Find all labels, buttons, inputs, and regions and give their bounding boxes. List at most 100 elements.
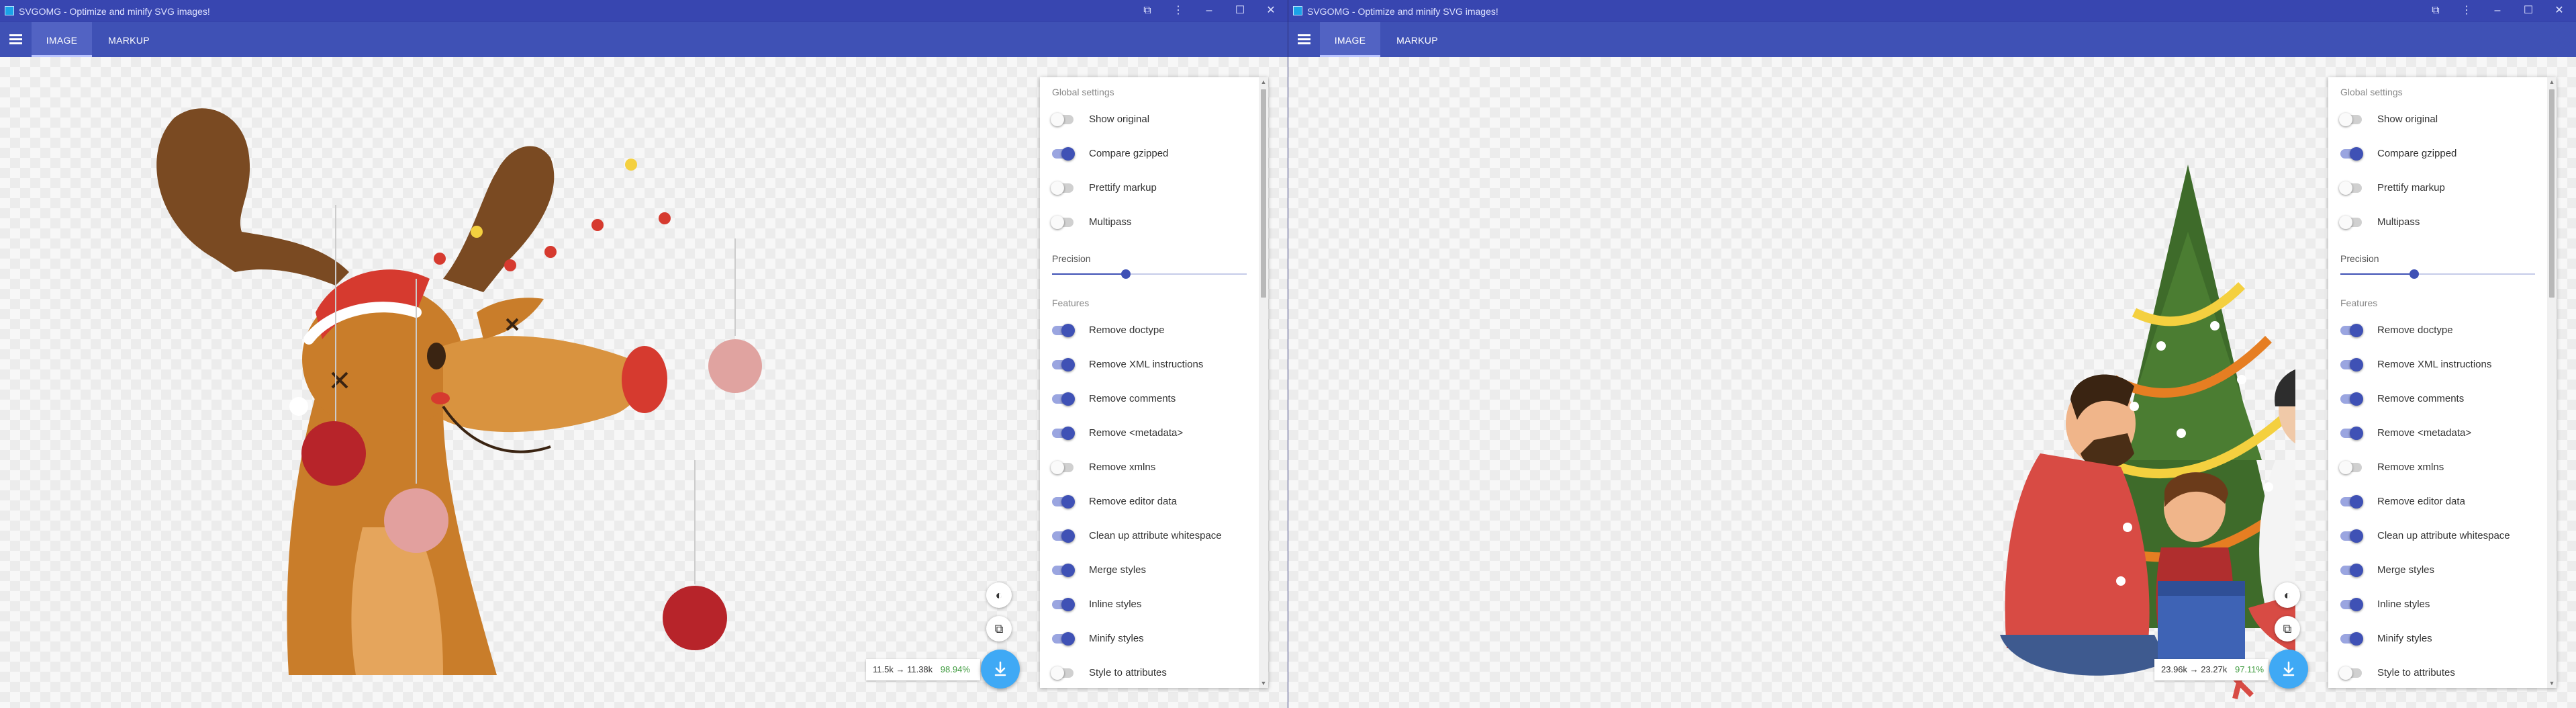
hamburger-menu-icon[interactable] (1296, 32, 1313, 48)
toggle-switch[interactable] (2340, 324, 2363, 337)
option-show-original[interactable]: Show original (1040, 103, 1255, 136)
option-remove-doctype[interactable]: Remove doctype (2328, 314, 2543, 347)
option-multipass[interactable]: Multipass (1040, 206, 1255, 239)
option-prettify-markup[interactable]: Prettify markup (2328, 171, 2543, 205)
option-inline-styles[interactable]: Inline styles (2328, 588, 2543, 621)
toggle-switch[interactable] (1052, 427, 1075, 440)
option-style-to-attributes[interactable]: Style to attributes (2328, 656, 2543, 688)
settings-scrollbar[interactable]: ▲ ▼ (2547, 77, 2557, 688)
option-remove-metadata[interactable]: Remove <metadata> (1040, 416, 1255, 450)
option-style-to-attributes[interactable]: Style to attributes (1040, 656, 1255, 688)
tab-image[interactable]: IMAGE (32, 22, 92, 57)
option-remove-xml-instructions[interactable]: Remove XML instructions (2328, 348, 2543, 382)
copy-icon[interactable]: ⧉ (986, 616, 1012, 641)
toggle-switch[interactable] (2340, 427, 2363, 440)
option-clean-up-attribute-whitespace[interactable]: Clean up attribute whitespace (2328, 519, 2543, 553)
close-icon[interactable]: ✕ (2549, 3, 2569, 18)
settings-scrollbar[interactable]: ▲ ▼ (1259, 77, 1268, 688)
toggle-switch[interactable] (2339, 666, 2362, 680)
toggle-switch[interactable] (2340, 598, 2363, 611)
option-prettify-markup[interactable]: Prettify markup (1040, 171, 1255, 205)
toggle-switch[interactable] (1051, 113, 1074, 126)
app-toolbar: IMAGE MARKUP (0, 22, 1288, 57)
minimize-icon[interactable]: – (2487, 3, 2508, 18)
toggle-switch[interactable] (1051, 216, 1074, 229)
option-compare-gzipped[interactable]: Compare gzipped (2328, 137, 2543, 171)
scrollbar-thumb[interactable] (1261, 89, 1266, 298)
slider-thumb[interactable] (1121, 269, 1131, 279)
toggle-switch[interactable] (1052, 495, 1075, 508)
toggle-switch[interactable] (1052, 529, 1075, 543)
toggle-switch[interactable] (1052, 632, 1075, 646)
toggle-switch[interactable] (1052, 598, 1075, 611)
window-titlebar[interactable]: SVGOMG - Optimize and minify SVG images!… (1288, 0, 2576, 22)
toggle-switch[interactable] (1051, 461, 1074, 474)
option-label: Multipass (1089, 216, 1132, 228)
slider-thumb[interactable] (2410, 269, 2420, 279)
option-remove-comments[interactable]: Remove comments (1040, 382, 1255, 416)
more-vertical-icon[interactable]: ⋮ (1168, 3, 1188, 18)
theme-toggle-icon[interactable]: ◐ (986, 582, 1012, 608)
toggle-switch[interactable] (2340, 147, 2363, 161)
tab-markup[interactable]: MARKUP (1387, 22, 1447, 57)
option-minify-styles[interactable]: Minify styles (2328, 622, 2543, 656)
scroll-up-icon[interactable]: ▲ (1260, 79, 1267, 85)
option-remove-doctype[interactable]: Remove doctype (1040, 314, 1255, 347)
option-remove-comments[interactable]: Remove comments (2328, 382, 2543, 416)
hamburger-menu-icon[interactable] (8, 32, 24, 48)
option-merge-styles[interactable]: Merge styles (2328, 554, 2543, 587)
download-button[interactable] (2269, 650, 2308, 689)
download-button[interactable] (981, 650, 1020, 689)
minimize-icon[interactable]: – (1199, 3, 1219, 18)
scroll-down-icon[interactable]: ▼ (1260, 680, 1267, 687)
toggle-switch[interactable] (1051, 181, 1074, 195)
option-remove-xmlns[interactable]: Remove xmlns (2328, 451, 2543, 484)
option-remove-editor-data[interactable]: Remove editor data (1040, 485, 1255, 519)
maximize-icon[interactable]: ☐ (2518, 3, 2538, 18)
toggle-switch[interactable] (2339, 181, 2362, 195)
toggle-switch[interactable] (2339, 216, 2362, 229)
scrollbar-thumb[interactable] (2549, 89, 2555, 298)
toggle-switch[interactable] (2340, 529, 2363, 543)
theme-toggle-icon[interactable]: ◐ (2275, 582, 2300, 608)
toggle-switch[interactable] (1051, 666, 1074, 680)
toggle-switch[interactable] (1052, 392, 1075, 406)
option-multipass[interactable]: Multipass (2328, 206, 2543, 239)
toggle-switch[interactable] (1052, 324, 1075, 337)
option-remove-xml-instructions[interactable]: Remove XML instructions (1040, 348, 1255, 382)
precision-slider[interactable] (2340, 267, 2535, 281)
toggle-switch[interactable] (1052, 147, 1075, 161)
option-remove-editor-data[interactable]: Remove editor data (2328, 485, 2543, 519)
restore-icon[interactable]: ⧉ (1137, 3, 1157, 18)
option-clean-up-attribute-whitespace[interactable]: Clean up attribute whitespace (1040, 519, 1255, 553)
option-inline-styles[interactable]: Inline styles (1040, 588, 1255, 621)
option-remove-metadata[interactable]: Remove <metadata> (2328, 416, 2543, 450)
option-label: Clean up attribute whitespace (2377, 530, 2510, 541)
toggle-switch[interactable] (2340, 632, 2363, 646)
toggle-switch[interactable] (1052, 564, 1075, 577)
window-titlebar[interactable]: SVGOMG - Optimize and minify SVG images!… (0, 0, 1288, 22)
tab-markup[interactable]: MARKUP (99, 22, 159, 57)
maximize-icon[interactable]: ☐ (1230, 3, 1250, 18)
toggle-switch[interactable] (2340, 495, 2363, 508)
scroll-down-icon[interactable]: ▼ (2548, 680, 2555, 687)
option-compare-gzipped[interactable]: Compare gzipped (1040, 137, 1255, 171)
more-vertical-icon[interactable]: ⋮ (2456, 3, 2477, 18)
option-remove-xmlns[interactable]: Remove xmlns (1040, 451, 1255, 484)
toggle-knob (2350, 598, 2363, 611)
toggle-switch[interactable] (2339, 113, 2362, 126)
tab-image[interactable]: IMAGE (1320, 22, 1380, 57)
precision-slider[interactable] (1052, 267, 1247, 281)
toggle-switch[interactable] (2340, 358, 2363, 371)
option-show-original[interactable]: Show original (2328, 103, 2543, 136)
restore-icon[interactable]: ⧉ (2426, 3, 2446, 18)
scroll-up-icon[interactable]: ▲ (2548, 79, 2555, 85)
toggle-switch[interactable] (2340, 564, 2363, 577)
toggle-switch[interactable] (2339, 461, 2362, 474)
option-minify-styles[interactable]: Minify styles (1040, 622, 1255, 656)
close-icon[interactable]: ✕ (1261, 3, 1281, 18)
option-merge-styles[interactable]: Merge styles (1040, 554, 1255, 587)
toggle-switch[interactable] (1052, 358, 1075, 371)
copy-icon[interactable]: ⧉ (2275, 616, 2300, 641)
toggle-switch[interactable] (2340, 392, 2363, 406)
